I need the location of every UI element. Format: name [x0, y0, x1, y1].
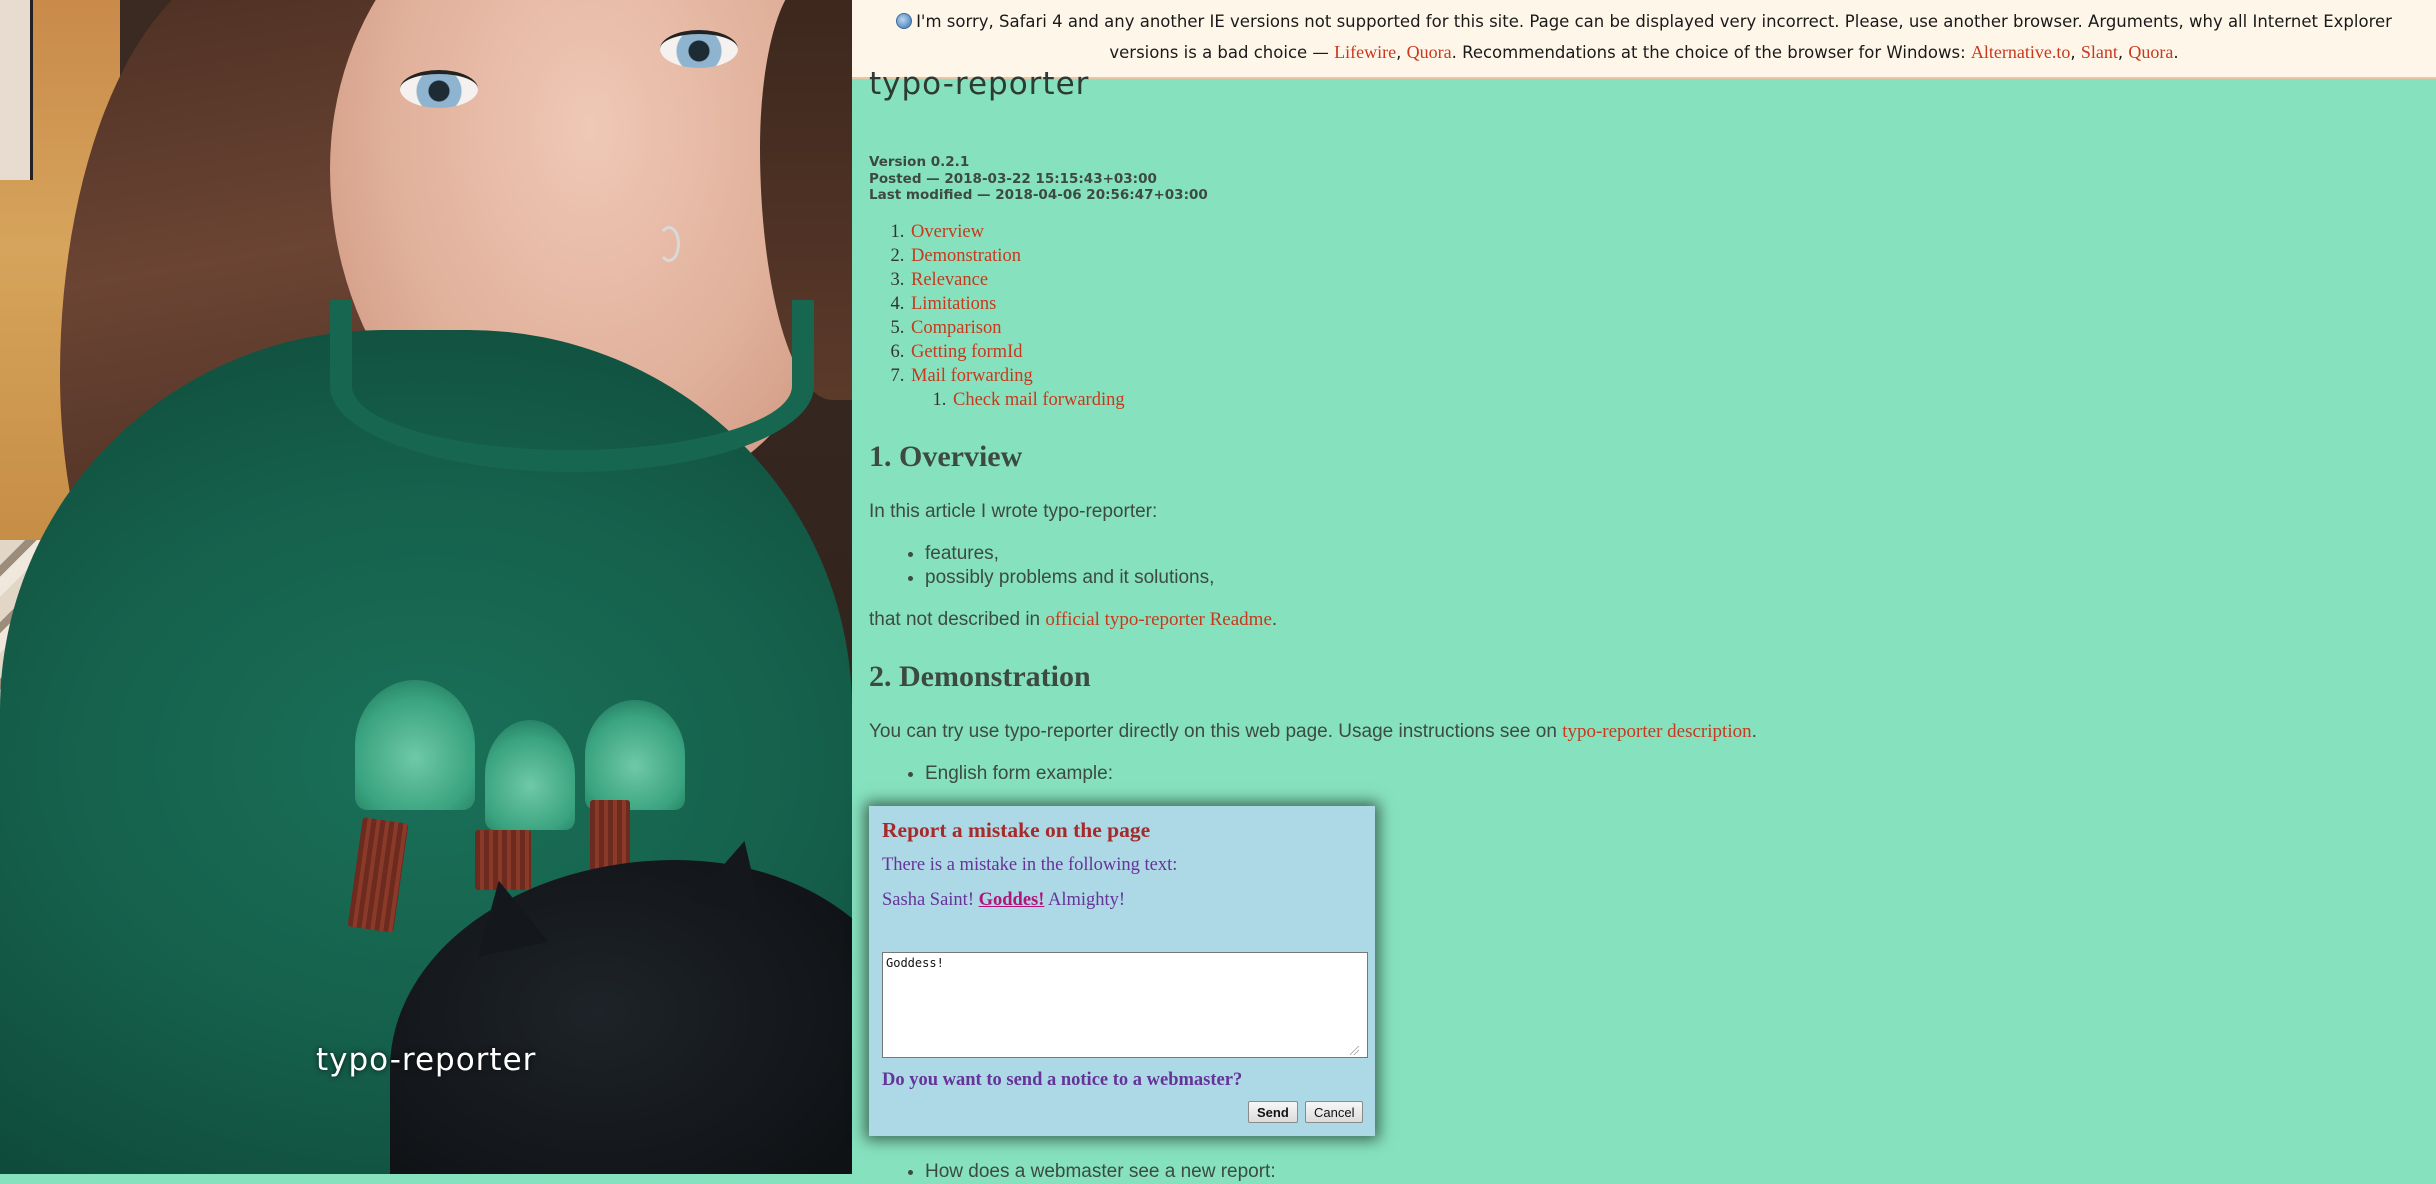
demonstration-bullets-after: How does a webmaster see a new report:: [869, 1160, 1276, 1184]
heading-overview: 1. Overview: [869, 440, 1023, 473]
posted-date: Posted — 2018-03-22 15:15:43+03:00: [869, 170, 1157, 187]
toc-link-comparison[interactable]: Comparison: [911, 318, 1001, 338]
version-label: Version 0.2.1: [869, 154, 970, 170]
report-mistake-dialog: Report a mistake on the page There is a …: [869, 806, 1375, 1136]
toc-item: Getting formId: [909, 340, 1125, 364]
list-item: possibly problems and it solutions,: [925, 566, 1214, 590]
demonstration-text: You can try use typo-reporter directly o…: [869, 721, 1757, 743]
list-item: features,: [925, 542, 1214, 566]
toc-item: Overview: [909, 220, 1125, 244]
browser-globe-icon: [896, 13, 913, 29]
list-item: How does a webmaster see a new report:: [925, 1160, 1276, 1184]
banner-link-alternativeto[interactable]: Alternative.to: [1971, 42, 2070, 62]
demonstration-text-body: You can try use typo-reporter directly o…: [869, 721, 1563, 742]
overview-outro-text: that not described in: [869, 609, 1046, 630]
dialog-question: Do you want to send a notice to a webmas…: [882, 1070, 1243, 1090]
toc-item: Mail forwarding Check mail forwarding: [909, 364, 1125, 412]
photo-eye-left: [400, 70, 478, 108]
quote-mistake: Goddes!: [978, 890, 1045, 910]
demonstration-text-end: .: [1751, 721, 1757, 742]
page-title: typo-reporter: [869, 66, 1090, 102]
toc-sublist: Check mail forwarding: [911, 388, 1125, 412]
banner-link-quora-2[interactable]: Quora: [2128, 42, 2173, 62]
photo-collar: [330, 300, 814, 472]
toc-link-relevance[interactable]: Relevance: [911, 270, 988, 290]
banner-separator: ,: [2070, 43, 2081, 62]
hero-photo: typo-reporter: [0, 0, 852, 1174]
toc-item: Limitations: [909, 292, 1125, 316]
toc-subitem: Check mail forwarding: [951, 388, 1125, 412]
overview-intro: In this article I wrote typo-reporter:: [869, 501, 1158, 522]
photo-cat-ear: [463, 873, 549, 957]
dialog-title: Report a mistake on the page: [882, 818, 1151, 842]
cancel-button[interactable]: Cancel: [1305, 1101, 1364, 1123]
description-link[interactable]: typo-reporter description: [1562, 721, 1751, 742]
quote-after: Almighty!: [1044, 890, 1126, 910]
toc-item: Demonstration: [909, 244, 1125, 268]
banner-link-slant[interactable]: Slant: [2081, 42, 2118, 62]
toc-link-overview[interactable]: Overview: [911, 222, 984, 242]
toc-link-getting-formid[interactable]: Getting formId: [911, 342, 1023, 362]
toc-link-limitations[interactable]: Limitations: [911, 294, 996, 314]
photo-plant-leaves: [485, 720, 575, 830]
browser-warning-banner: I'm sorry, Safari 4 and any another IE v…: [852, 0, 2436, 79]
resize-grip-icon[interactable]: [1350, 1046, 1359, 1055]
correction-textarea[interactable]: Goddess!: [882, 952, 1368, 1058]
overview-outro-end: .: [1271, 609, 1278, 630]
article-meta: Version 0.2.1 Posted — 2018-03-22 15:15:…: [869, 154, 1208, 204]
dialog-subtitle: There is a mistake in the following text…: [882, 855, 1178, 875]
dialog-quote: Sasha Saint! Goddes! Almighty!: [882, 890, 1125, 911]
overview-outro: that not described in official typo-repo…: [869, 609, 1277, 631]
toc-item: Comparison: [909, 316, 1125, 340]
photo-caption: typo-reporter: [316, 1042, 537, 1078]
toc-link-demonstration[interactable]: Demonstration: [911, 246, 1021, 266]
toc-item: Relevance: [909, 268, 1125, 292]
banner-separator: ,: [1396, 43, 1407, 62]
heading-demonstration: 2. Demonstration: [869, 660, 1091, 693]
quote-before: Sasha Saint!: [882, 890, 979, 910]
send-button[interactable]: Send: [1248, 1101, 1298, 1123]
photo-nose-ring: [658, 226, 680, 262]
toc-link-check-mail-forwarding[interactable]: Check mail forwarding: [953, 390, 1125, 410]
modified-date: Last modified — 2018-04-06 20:56:47+03:0…: [869, 187, 1208, 203]
photo-plant-leaves: [355, 680, 475, 810]
readme-link[interactable]: official typo-reporter Readme: [1045, 609, 1272, 630]
banner-text: . Recommendations at the choice of the b…: [1451, 43, 1971, 62]
photo-poster: [0, 0, 33, 180]
demonstration-bullets: English form example:: [869, 762, 1113, 786]
banner-text: .: [2173, 43, 2179, 62]
photo-eye-right: [660, 30, 738, 68]
toc-link-mail-forwarding[interactable]: Mail forwarding: [911, 366, 1033, 386]
banner-link-quora[interactable]: Quora: [1407, 42, 1452, 62]
banner-link-lifewire[interactable]: Lifewire: [1334, 42, 1396, 62]
list-item: English form example:: [925, 762, 1113, 786]
overview-bullets: features, possibly problems and it solut…: [869, 542, 1214, 589]
banner-separator: ,: [2117, 43, 2129, 62]
photo-plant-leaves: [585, 700, 685, 810]
table-of-contents: Overview Demonstration Relevance Limitat…: [869, 220, 1125, 412]
